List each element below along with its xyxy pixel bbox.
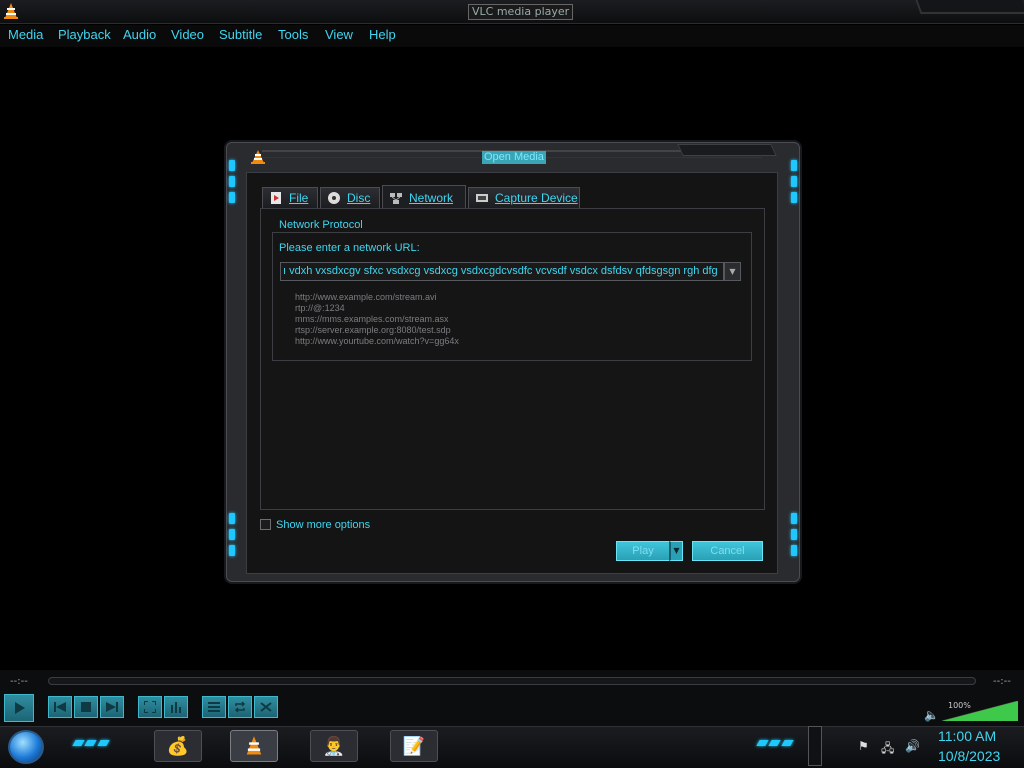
tab-capture-device[interactable]: Capture Device: [468, 187, 580, 208]
tab-disc[interactable]: Disc: [320, 187, 380, 208]
dialog-led: [791, 545, 797, 556]
tab-file[interactable]: File: [262, 187, 318, 208]
network-url-input[interactable]: ı vdxh vxsdxcgv sfxc vsdxcg vsdxcg vsdxc…: [280, 262, 724, 281]
show-more-options-label[interactable]: Show more options: [276, 519, 370, 531]
dialog-title: Open Media: [482, 151, 546, 164]
window-title: VLC media player: [468, 4, 574, 20]
example-url: rtp://@:1234: [295, 303, 345, 313]
clock-date[interactable]: 10/8/2023: [938, 748, 1000, 764]
tab-disc-label: Disc: [347, 191, 371, 205]
stop-icon[interactable]: [74, 696, 98, 718]
show-more-options-checkbox[interactable]: [260, 519, 271, 530]
play-icon[interactable]: [4, 694, 34, 722]
example-url: http://www.example.com/stream.avi: [295, 292, 437, 302]
tab-file-label: File: [289, 191, 309, 205]
dialog-led: [229, 176, 235, 187]
seek-slider[interactable]: [48, 677, 976, 685]
dialog-title-decoration: [677, 144, 777, 156]
menu-video[interactable]: Video: [171, 27, 204, 42]
next-icon[interactable]: [100, 696, 124, 718]
taskbar-led: [72, 740, 110, 746]
vlc-cone-icon: [2, 2, 20, 20]
dialog-led: [229, 160, 235, 171]
play-dropdown-button[interactable]: ▼: [669, 541, 683, 561]
example-url: http://www.yourtube.com/watch?v=gg64x: [295, 336, 459, 346]
file-icon: [269, 191, 283, 205]
dialog-led: [229, 192, 235, 203]
menu-media[interactable]: Media: [8, 27, 43, 42]
menu-tools[interactable]: Tools: [278, 27, 308, 42]
dialog-led: [791, 176, 797, 187]
start-button[interactable]: [8, 730, 44, 764]
vlc-cone-icon: [250, 149, 266, 165]
menu-audio[interactable]: Audio: [123, 27, 156, 42]
group-title: Network Protocol: [277, 219, 365, 231]
user-icon[interactable]: 👨‍⚕️: [310, 730, 358, 762]
menu-subtitle[interactable]: Subtitle: [219, 27, 262, 42]
playlist-icon[interactable]: [202, 696, 226, 718]
capture-device-icon: [475, 191, 489, 205]
example-url: mms://mms.examples.com/stream.asx: [295, 314, 449, 324]
menu-help[interactable]: Help: [369, 27, 396, 42]
loop-icon[interactable]: [228, 696, 252, 718]
money-bag-icon[interactable]: 💰: [154, 730, 202, 762]
elapsed-time: --:--: [10, 676, 28, 687]
network-tray-icon[interactable]: 🖧: [881, 739, 894, 760]
title-decoration: [915, 0, 1024, 14]
dialog-led: [791, 513, 797, 524]
remaining-time[interactable]: --:--: [993, 676, 1011, 687]
dialog-led: [229, 513, 235, 524]
volume-slider[interactable]: [941, 700, 1019, 722]
play-button[interactable]: Play: [616, 541, 670, 561]
speaker-icon[interactable]: 🔈: [924, 708, 939, 722]
flag-icon[interactable]: ⚑: [858, 739, 869, 753]
tab-network[interactable]: Network: [382, 185, 466, 209]
network-icon: [389, 191, 403, 205]
shuffle-icon[interactable]: [254, 696, 278, 718]
speaker-tray-icon[interactable]: 🔊: [905, 739, 920, 753]
tab-capture-device-label: Capture Device: [495, 191, 578, 205]
clock-time[interactable]: 11:00 AM: [938, 728, 996, 744]
disc-icon: [327, 191, 341, 205]
fullscreen-icon[interactable]: [138, 696, 162, 718]
menubar: Media Playback Audio Video Subtitle Tool…: [0, 25, 1024, 47]
equalizer-icon[interactable]: [164, 696, 188, 718]
vlc-cone-icon[interactable]: [230, 730, 278, 762]
show-desktop-button[interactable]: [808, 726, 822, 766]
tab-network-label: Network: [409, 190, 454, 205]
dialog-led: [791, 192, 797, 203]
previous-icon[interactable]: [48, 696, 72, 718]
menu-view[interactable]: View: [325, 27, 353, 42]
menu-playback[interactable]: Playback: [58, 27, 111, 42]
dialog-led: [229, 545, 235, 556]
url-label: Please enter a network URL:: [279, 242, 420, 254]
example-url: rtsp://server.example.org:8080/test.sdp: [295, 325, 451, 335]
notepad-icon[interactable]: 📝: [390, 730, 438, 762]
taskbar-led: [756, 740, 794, 746]
dialog-led: [229, 529, 235, 540]
dialog-led: [791, 529, 797, 540]
chevron-down-icon[interactable]: ▼: [724, 262, 741, 281]
dialog-led: [791, 160, 797, 171]
cancel-button[interactable]: Cancel: [692, 541, 763, 561]
